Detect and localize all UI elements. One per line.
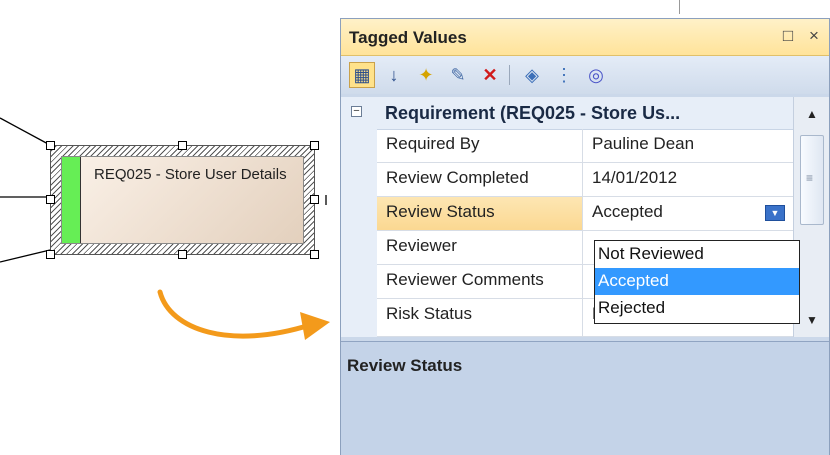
panel-header: Tagged Values □ × — [341, 19, 829, 56]
property-key: Required By — [377, 129, 583, 163]
description-pane: Review Status — [341, 341, 829, 455]
delete-icon[interactable]: ✕ — [477, 62, 503, 88]
resize-handle-se[interactable] — [310, 250, 319, 259]
sort-alpha-icon[interactable]: ↓ — [381, 62, 407, 88]
filter-icon[interactable]: ⋮ — [551, 62, 577, 88]
row-gutter — [341, 231, 377, 265]
panel-toolbar: ▦ ↓ ✦ ✎ ✕ ◈ ⋮ ◎ — [341, 56, 829, 94]
property-row-selected[interactable]: Review Status Accepted ▼ — [341, 197, 793, 231]
help-icon[interactable]: ◎ — [583, 62, 609, 88]
category-label: Requirement (REQ025 - Store Us... — [385, 103, 681, 123]
diagram-canvas: REQ025 - Store User Details — [0, 0, 340, 455]
scroll-thumb[interactable]: ≡ — [800, 135, 824, 225]
property-key: Risk Status — [377, 299, 583, 337]
scroll-up-icon[interactable]: ▲ — [802, 105, 822, 123]
property-value[interactable]: Pauline Dean — [583, 129, 793, 163]
resize-handle-w[interactable] — [46, 195, 55, 204]
orange-arrow-curve — [157, 289, 313, 339]
categorized-view-icon[interactable]: ▦ — [349, 62, 375, 88]
orange-arrow-head — [300, 312, 330, 340]
row-gutter — [341, 299, 377, 337]
scroll-down-icon[interactable]: ▼ — [802, 311, 822, 329]
toolbar-separator — [509, 65, 510, 85]
requirement-element[interactable]: REQ025 - Store User Details — [50, 145, 315, 255]
property-key: Reviewer Comments — [377, 265, 583, 299]
close-icon[interactable]: × — [803, 25, 825, 47]
status-dropdown-list[interactable]: Not Reviewed Accepted Rejected — [594, 240, 800, 324]
maximize-icon[interactable]: □ — [777, 25, 799, 47]
resize-handle-ne[interactable] — [310, 141, 319, 150]
row-gutter — [341, 197, 377, 231]
resize-handle-sw[interactable] — [46, 250, 55, 259]
new-tag-icon[interactable]: ✦ — [413, 62, 439, 88]
property-key: Reviewer — [377, 231, 583, 265]
tagged-values-panel: Tagged Values □ × ▦ ↓ ✦ ✎ ✕ ◈ ⋮ ◎ − Requ… — [340, 18, 830, 455]
connector-line-bottom — [0, 249, 51, 263]
dropdown-arrow-icon[interactable]: ▼ — [765, 205, 785, 221]
description-title: Review Status — [347, 356, 463, 375]
edit-notes-icon[interactable]: ✎ — [445, 62, 471, 88]
selected-value: Accepted — [592, 202, 663, 221]
collapse-icon[interactable]: − — [351, 106, 362, 117]
requirement-label: REQ025 - Store User Details — [94, 166, 287, 183]
category-row[interactable]: − Requirement (REQ025 - Store Us... — [341, 97, 793, 130]
resize-handle-nw[interactable] — [46, 141, 55, 150]
property-key: Review Status — [377, 197, 583, 231]
panel-title: Tagged Values — [349, 28, 467, 47]
window-divider — [679, 0, 680, 14]
scroll-grip-icon: ≡ — [806, 171, 814, 185]
row-gutter — [341, 163, 377, 197]
row-gutter — [341, 129, 377, 163]
resize-handle-n[interactable] — [178, 141, 187, 150]
connector-line-top — [0, 117, 51, 146]
resize-handle-e[interactable] — [310, 195, 319, 204]
property-value[interactable]: 14/01/2012 — [583, 163, 793, 197]
property-row[interactable]: Required By Pauline Dean — [341, 129, 793, 163]
property-row[interactable]: Review Completed 14/01/2012 — [341, 163, 793, 197]
row-gutter — [341, 265, 377, 299]
dropdown-option[interactable]: Not Reviewed — [595, 241, 799, 268]
dropdown-option-selected[interactable]: Accepted — [595, 268, 799, 295]
property-value-select[interactable]: Accepted ▼ — [583, 197, 793, 231]
tag-icon[interactable]: ◈ — [519, 62, 545, 88]
resize-handle-s[interactable] — [178, 250, 187, 259]
requirement-status-bar — [62, 157, 81, 243]
dropdown-option[interactable]: Rejected — [595, 295, 799, 322]
property-key: Review Completed — [377, 163, 583, 197]
requirement-body: REQ025 - Store User Details — [61, 156, 304, 244]
